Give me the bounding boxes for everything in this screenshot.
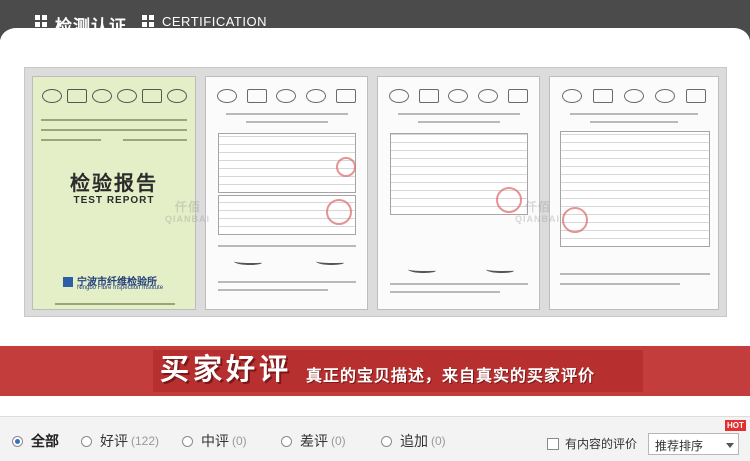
cma-logo-icon bbox=[216, 89, 237, 103]
chevron-down-icon[interactable] bbox=[726, 443, 734, 448]
filter-count: (0) bbox=[331, 434, 346, 448]
accreditation-logos bbox=[384, 85, 533, 107]
red-stamp-icon bbox=[336, 157, 356, 177]
cal-logo-icon bbox=[418, 89, 439, 103]
cma-logo-icon bbox=[561, 89, 582, 103]
cnas-logo-icon bbox=[478, 89, 499, 103]
filter-count: (122) bbox=[131, 434, 160, 448]
filter-count: (0) bbox=[232, 434, 247, 448]
square-dots-icon bbox=[35, 15, 47, 27]
cnas-logo-icon bbox=[116, 89, 137, 103]
filter-count: (0) bbox=[431, 434, 446, 448]
filter-label: 好评 bbox=[100, 433, 128, 449]
buyer-reviews-banner: 买家好评 真正的宝贝描述，来自真实的买家评价 bbox=[0, 346, 750, 396]
reviews-title: 买家好评 bbox=[159, 354, 292, 386]
cma-logo-icon bbox=[388, 89, 409, 103]
certificate-gallery: 检验报告 TEST REPORT 宁波市纤维检验所 Ningbo Fibre I… bbox=[24, 67, 727, 317]
cal-logo-icon bbox=[66, 89, 87, 103]
sort-selected-value: 推荐排序 bbox=[655, 439, 704, 453]
radio-icon[interactable] bbox=[81, 435, 92, 447]
ca-logo-icon bbox=[686, 89, 707, 103]
filter-label: 中评 bbox=[201, 433, 229, 449]
test-report-page bbox=[549, 76, 719, 310]
signature-icon bbox=[408, 267, 436, 273]
filter-all[interactable]: 全部 bbox=[12, 433, 59, 449]
review-filter-bar: 全部 好评 (122) 中评 (0) 差评 (0) 追加 (0) 有内容的评价 … bbox=[0, 416, 750, 461]
red-stamp-icon bbox=[496, 187, 522, 213]
signature-icon bbox=[486, 267, 514, 273]
cnas-logo-icon bbox=[306, 89, 327, 103]
cal-logo-icon bbox=[246, 89, 267, 103]
filter-label: 追加 bbox=[400, 433, 428, 449]
certification-header: 检测认证 CERTIFICATION bbox=[0, 0, 750, 54]
watermark-en: QIANBAI bbox=[515, 214, 560, 224]
has-content-label: 有内容的评价 bbox=[565, 437, 638, 451]
filter-label: 全部 bbox=[31, 433, 59, 449]
test-report-page bbox=[205, 76, 368, 310]
square-dots-icon bbox=[142, 15, 154, 27]
filter-negative[interactable]: 差评 (0) bbox=[281, 433, 346, 449]
ca-logo-icon bbox=[508, 89, 529, 103]
watermark-en: QIANBAI bbox=[165, 214, 210, 224]
has-content-filter[interactable]: 有内容的评价 bbox=[547, 435, 637, 452]
watermark: 仟佰 bbox=[525, 200, 552, 214]
ca-logo-icon bbox=[336, 89, 357, 103]
signature-icon bbox=[234, 259, 262, 265]
cma-logo-icon bbox=[166, 89, 187, 103]
checkbox-icon[interactable] bbox=[547, 437, 559, 450]
report-table bbox=[218, 133, 356, 193]
certification-title: 检测认证 bbox=[55, 17, 127, 36]
sort-select[interactable]: 推荐排序 bbox=[648, 433, 739, 455]
report-title-en: TEST REPORT bbox=[73, 195, 155, 206]
ilac-logo-icon bbox=[448, 89, 469, 103]
test-report-page bbox=[377, 76, 540, 310]
institute-name-en: Ningbo Fibre Inspection Institute bbox=[77, 285, 164, 291]
report-title: 检验报告 bbox=[70, 173, 158, 195]
filter-neutral[interactable]: 中评 (0) bbox=[182, 433, 247, 449]
ilac-logo-icon bbox=[91, 89, 112, 103]
signature-icon bbox=[316, 259, 344, 265]
red-stamp-icon bbox=[562, 207, 588, 233]
test-report-cover: 检验报告 TEST REPORT 宁波市纤维检验所 Ningbo Fibre I… bbox=[32, 76, 196, 310]
watermark: 仟佰 bbox=[175, 200, 202, 214]
cma-logo-icon bbox=[41, 89, 62, 103]
filter-append[interactable]: 追加 (0) bbox=[381, 433, 446, 449]
ilac-logo-icon bbox=[623, 89, 644, 103]
reviews-subtitle: 真正的宝贝描述，来自真实的买家评价 bbox=[306, 368, 596, 385]
radio-selected-icon[interactable] bbox=[12, 435, 23, 447]
accreditation-logos bbox=[556, 85, 712, 107]
filter-positive[interactable]: 好评 (122) bbox=[81, 433, 159, 449]
hot-badge: HOT bbox=[725, 420, 746, 431]
ilac-logo-icon bbox=[276, 89, 297, 103]
cnas-logo-icon bbox=[655, 89, 676, 103]
institute-logo-icon bbox=[63, 277, 73, 287]
ca-logo-icon bbox=[141, 89, 162, 103]
radio-icon[interactable] bbox=[381, 435, 392, 447]
radio-icon[interactable] bbox=[281, 435, 292, 447]
accreditation-logos bbox=[212, 85, 361, 107]
certification-title-en: CERTIFICATION bbox=[162, 14, 267, 30]
cal-logo-icon bbox=[592, 89, 613, 103]
filter-label: 差评 bbox=[300, 433, 328, 449]
red-stamp-icon bbox=[326, 199, 352, 225]
accreditation-logos bbox=[39, 85, 189, 107]
radio-icon[interactable] bbox=[182, 435, 193, 447]
